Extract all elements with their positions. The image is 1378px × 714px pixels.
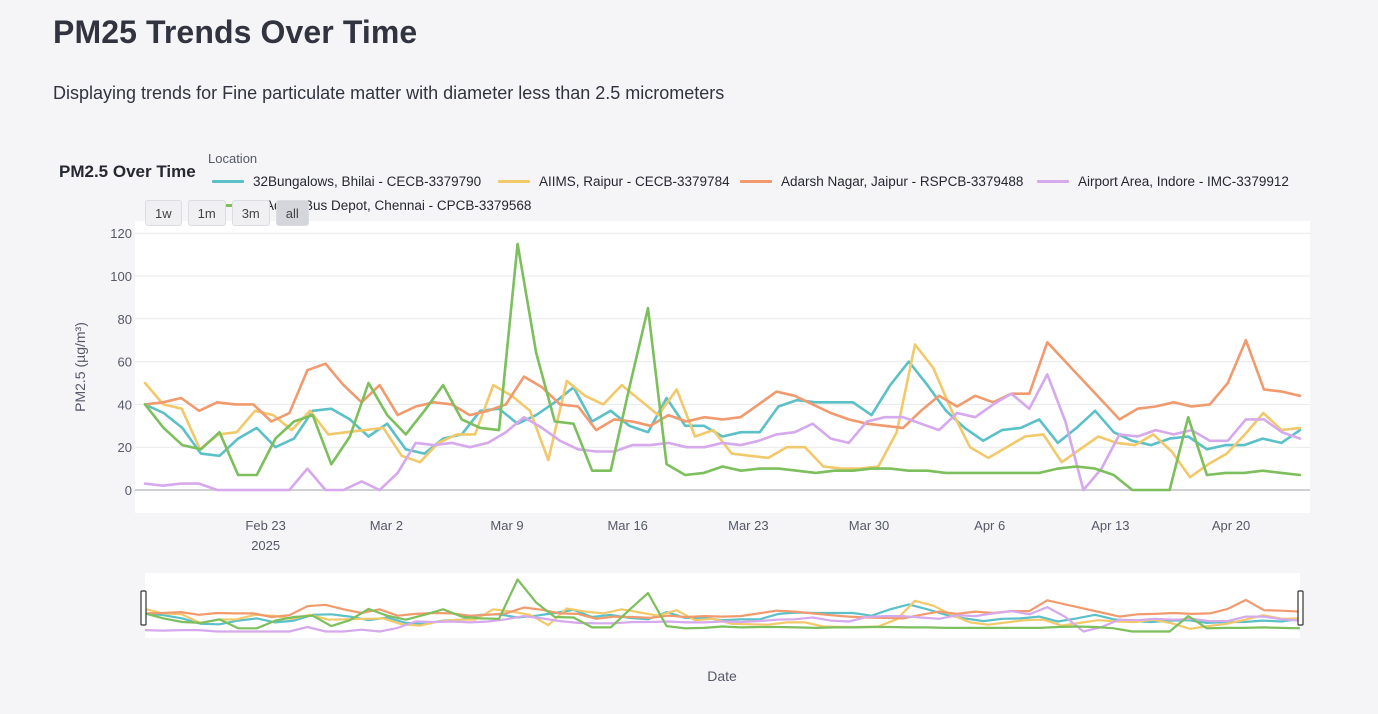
x-tick-label: Apr 6 xyxy=(974,518,1005,533)
x-tick-label: Feb 23 xyxy=(245,518,285,533)
y-axis-title: PM2.5 (µg/m³) xyxy=(72,322,88,412)
x-tick-label: Apr 20 xyxy=(1212,518,1250,533)
x-tick-label: Mar 9 xyxy=(490,518,523,533)
y-tick-label: 20 xyxy=(118,440,132,455)
x-tick-label: Mar 16 xyxy=(607,518,647,533)
y-tick-label: 60 xyxy=(118,355,132,370)
rangeslider-left-handle[interactable] xyxy=(140,590,147,626)
y-tick-label: 80 xyxy=(118,312,132,327)
chart-svg: 0 20 40 60 80 100 120 Feb 23 2025 Mar 2 Mar 9 Mar … xyxy=(72,221,1310,684)
y-tick-label: 40 xyxy=(118,397,132,412)
x-tick-sublabel: 2025 xyxy=(251,538,280,553)
x-tick-label: Mar 23 xyxy=(728,518,768,533)
range-button-3m[interactable]: 3m xyxy=(231,200,270,226)
x-tick-label: Apr 13 xyxy=(1091,518,1129,533)
range-button-1m[interactable]: 1m xyxy=(187,200,226,226)
range-button-1w[interactable]: 1w xyxy=(145,200,182,226)
range-selector: 1w 1m 3m all xyxy=(145,200,309,226)
y-tick-label: 100 xyxy=(110,269,132,284)
y-tick-label: 120 xyxy=(110,226,132,241)
x-tick-label: Mar 2 xyxy=(370,518,403,533)
x-tick-label: Mar 30 xyxy=(849,518,889,533)
x-axis-title: Date xyxy=(707,668,737,684)
rangeslider-right-handle[interactable] xyxy=(1297,590,1304,626)
range-button-all[interactable]: all xyxy=(275,200,309,226)
y-tick-label: 0 xyxy=(125,483,132,498)
x-tick-layer: Feb 23 2025 Mar 2 Mar 9 Mar 16 Mar 23 Mar 30 Ap… xyxy=(245,518,1250,553)
y-tick-layer: 0 20 40 60 80 100 120 xyxy=(110,226,132,498)
plot-area xyxy=(135,221,1310,513)
